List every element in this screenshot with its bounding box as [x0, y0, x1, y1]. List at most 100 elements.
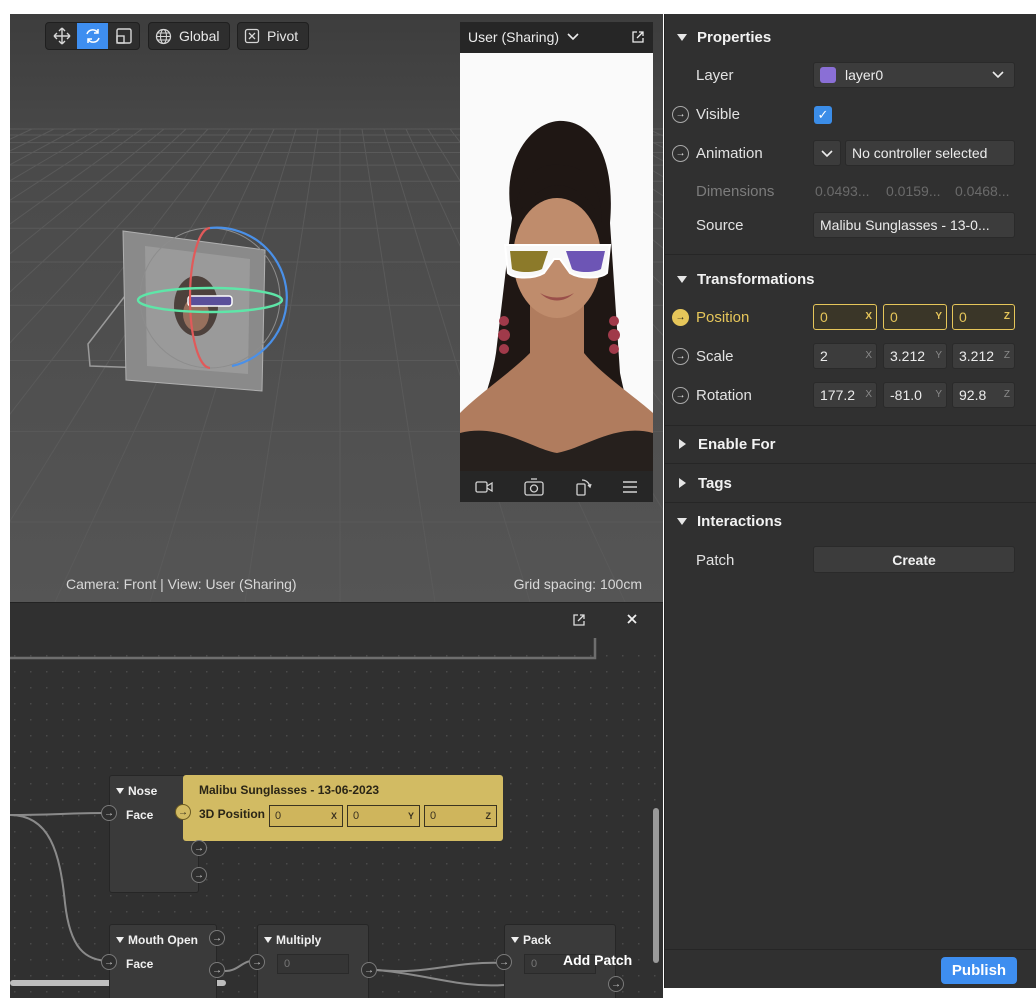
switch-camera-icon[interactable]	[523, 477, 545, 496]
scale-x-field[interactable]: 2X	[813, 343, 877, 369]
dimension-y-value: 0.0159...	[886, 183, 941, 199]
visible-connect-arrow-icon[interactable]: →	[672, 106, 689, 123]
interactions-section-header[interactable]: Interactions	[665, 503, 1036, 539]
tags-section-header[interactable]: Tags	[665, 465, 1036, 501]
dimension-x-value: 0.0493...	[815, 183, 870, 199]
properties-inspector: Properties Layer layer0 → Visible ✓ → An…	[664, 14, 1036, 988]
move-tool-button[interactable]	[46, 23, 77, 49]
sunglasses-position-port-label: 3D Position	[199, 807, 266, 821]
pack-output-port[interactable]: →	[608, 976, 624, 992]
rotate-tool-button[interactable]	[77, 23, 108, 49]
pivot-icon	[244, 28, 260, 44]
move-icon	[53, 27, 70, 45]
visible-checkbox[interactable]: ✓	[814, 106, 832, 124]
multiply-input-port[interactable]: →	[249, 954, 265, 970]
camera-status: Camera: Front | View: User (Sharing)	[66, 576, 297, 592]
pivot-toggle[interactable]: Pivot	[237, 22, 310, 50]
rotation-connect-arrow-icon[interactable]: →	[672, 387, 689, 404]
publish-button[interactable]: Publish	[941, 957, 1017, 984]
global-toggle[interactable]: Global	[148, 22, 231, 50]
caret-right-icon	[679, 478, 686, 488]
chevron-down-icon	[992, 71, 1004, 79]
nose-face-input-port[interactable]: →	[101, 805, 117, 821]
chevron-down-icon	[567, 33, 579, 41]
global-label: Global	[179, 28, 220, 44]
output-port-2[interactable]: →	[191, 867, 207, 883]
mouth-open-node-title: Mouth Open	[128, 933, 198, 947]
scale-z-field[interactable]: 3.212 Z	[952, 343, 1015, 369]
scale-label: Scale	[696, 348, 734, 365]
pack-input-port[interactable]: →	[496, 954, 512, 970]
simulator-header: User (Sharing)	[460, 22, 653, 52]
mouth-open-output-port-2[interactable]: →	[209, 962, 225, 978]
rotation-z-field[interactable]: 92.8 Z	[952, 382, 1015, 408]
rotation-x-field[interactable]: 177.2 X	[813, 382, 877, 408]
position-z-field[interactable]: 0Z	[952, 304, 1015, 330]
caret-down-icon	[677, 517, 687, 525]
sunglasses-position-input-port[interactable]: →	[175, 804, 191, 820]
grid-spacing-status: Grid spacing: 100cm	[513, 576, 642, 592]
scale-y-field[interactable]: 3.212 Y	[883, 343, 947, 369]
scale-connect-arrow-icon[interactable]: →	[672, 348, 689, 365]
rotate-device-icon[interactable]	[574, 478, 592, 496]
device-label: User (Sharing)	[468, 29, 560, 45]
mouth-open-output-port[interactable]: →	[209, 930, 225, 946]
simulator-preview[interactable]	[460, 53, 653, 471]
properties-section-header[interactable]: Properties	[665, 19, 1036, 55]
chevron-down-icon	[821, 150, 833, 158]
transform-tool-group	[45, 22, 140, 50]
properties-title: Properties	[697, 28, 772, 46]
dimension-z-value: 0.0468...	[955, 183, 1010, 199]
video-camera-icon[interactable]	[475, 480, 493, 494]
collapse-caret-icon	[511, 937, 519, 943]
source-field[interactable]: Malibu Sunglasses - 13-0...	[813, 212, 1015, 238]
simulator-toolbar	[460, 471, 653, 502]
device-selector[interactable]: User (Sharing)	[468, 29, 631, 45]
globe-icon	[155, 28, 172, 44]
sunglasses-object-node[interactable]: Malibu Sunglasses - 13-06-2023 3D Positi…	[183, 775, 503, 841]
sunglasses-position-y-field[interactable]: 0Y	[347, 805, 420, 827]
create-patch-button[interactable]: Create	[813, 546, 1015, 573]
animation-connect-arrow-icon[interactable]: →	[672, 145, 689, 162]
multiply-input-field[interactable]: 0	[277, 954, 349, 974]
pop-out-icon[interactable]	[572, 613, 586, 627]
animation-controller-field[interactable]: No controller selected	[845, 140, 1015, 166]
close-icon[interactable]	[626, 613, 638, 625]
patch-editor[interactable]: Nose Face → Malibu Sunglasses - 13-06-20…	[10, 602, 663, 998]
source-label: Source	[696, 217, 744, 234]
sunglasses-position-x-field[interactable]: 0X	[269, 805, 343, 827]
sunglasses-position-z-field[interactable]: 0Z	[424, 805, 497, 827]
mouth-open-face-input-port[interactable]: →	[101, 954, 117, 970]
caret-right-icon	[679, 439, 686, 449]
scale-tool-button[interactable]	[108, 23, 139, 49]
collapse-caret-icon	[116, 788, 124, 794]
nose-node-title: Nose	[128, 784, 158, 798]
mouth-open-face-port-label: Face	[126, 957, 154, 971]
scene-viewport[interactable]: Global Pivot User (Sharing) Camera: Fron…	[10, 14, 663, 602]
interactions-title: Interactions	[697, 512, 783, 530]
output-port-1[interactable]: →	[191, 840, 207, 856]
enable-for-section-header[interactable]: Enable For	[665, 426, 1036, 462]
transformations-section-header[interactable]: Transformations	[665, 261, 1036, 297]
multiply-node-title: Multiply	[276, 933, 322, 947]
animation-dropdown-button[interactable]	[813, 140, 841, 166]
rotation-y-field[interactable]: -81.0 Y	[883, 382, 947, 408]
position-connected-arrow-icon[interactable]: →	[672, 309, 689, 326]
pop-out-icon[interactable]	[631, 30, 645, 44]
add-patch-button[interactable]: Add Patch	[563, 952, 632, 968]
position-y-field[interactable]: 0Y	[883, 304, 947, 330]
sunglasses-node-title: Malibu Sunglasses - 13-06-2023	[199, 783, 380, 797]
caret-down-icon	[677, 275, 687, 283]
patch-label: Patch	[696, 552, 735, 569]
pivot-label: Pivot	[267, 28, 299, 44]
layer-value: layer0	[845, 67, 884, 83]
tags-title: Tags	[698, 474, 732, 492]
menu-icon[interactable]	[622, 480, 638, 493]
position-x-field[interactable]: 0X	[813, 304, 877, 330]
visible-label: Visible	[696, 106, 740, 123]
mouth-open-node[interactable]: Mouth Open Face	[109, 924, 217, 998]
layer-select[interactable]: layer0	[813, 62, 1015, 88]
multiply-output-port[interactable]: →	[361, 962, 377, 978]
animation-label: Animation	[696, 145, 763, 162]
scale-icon	[115, 28, 132, 44]
